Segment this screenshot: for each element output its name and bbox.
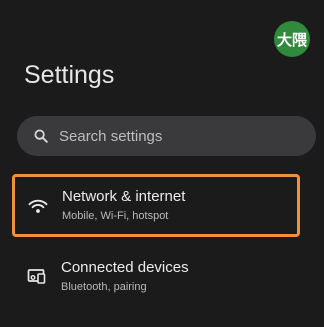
search-bar[interactable]	[17, 116, 316, 156]
settings-item-network-internet[interactable]: Network & internet Mobile, Wi-Fi, hotspo…	[12, 174, 300, 237]
settings-item-title: Connected devices	[61, 258, 189, 276]
settings-screen: 大隈 Settings Network & internet Mobile, W…	[0, 0, 324, 327]
connected-devices-icon	[26, 265, 48, 287]
settings-item-title: Network & internet	[62, 188, 186, 205]
wifi-icon	[27, 195, 49, 217]
settings-item-subtitle: Mobile, Wi-Fi, hotspot	[62, 210, 169, 222]
avatar[interactable]: 大隈	[274, 21, 310, 57]
settings-item-connected-devices[interactable]: Connected devices Bluetooth, pairing	[12, 252, 300, 300]
settings-item-subtitle: Bluetooth, pairing	[61, 280, 147, 293]
search-input[interactable]	[59, 127, 289, 145]
page-title: Settings	[24, 61, 115, 89]
search-icon	[33, 128, 49, 144]
